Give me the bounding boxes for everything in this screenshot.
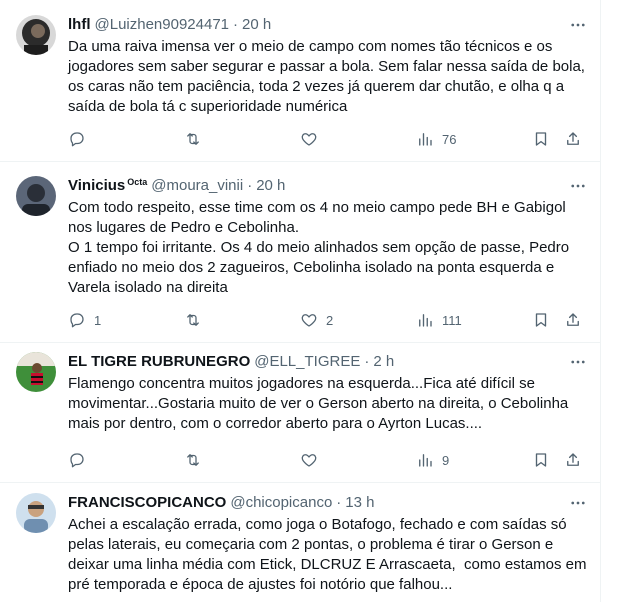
tweet[interactable]: EL TIGRE RUBRUNEGRO @ELL_TIGREE · 2 h Fl… <box>0 343 600 483</box>
reply-icon <box>70 313 84 328</box>
user-badge: Octa <box>127 177 148 187</box>
reply-feed: lhfl @Luizhen90924471 · 20 h Da uma raiv… <box>0 0 601 602</box>
like-button[interactable]: 2 <box>300 310 333 330</box>
views-count: 111 <box>442 312 462 328</box>
reply-count: 1 <box>94 312 102 328</box>
reply-button[interactable] <box>68 129 94 149</box>
tweet-text: Flamengo concentra muitos jogadores na e… <box>68 375 573 432</box>
views-icon <box>419 454 432 467</box>
avatar-image <box>16 15 56 55</box>
tweet-header: Vinicius Octa @moura_vinii · 20 h <box>68 176 588 196</box>
avatar-image <box>16 493 56 533</box>
like-button[interactable] <box>300 129 326 149</box>
avatar-image <box>16 176 56 216</box>
heart-icon <box>301 314 317 327</box>
views-button[interactable]: 9 <box>416 450 449 470</box>
user-handle[interactable]: @Luizhen90924471 <box>95 15 230 35</box>
tweet[interactable]: Vinicius Octa @moura_vinii · 20 h Com to… <box>0 162 600 343</box>
user-handle[interactable]: @chicopicanco <box>230 493 332 513</box>
retweet-button[interactable] <box>184 310 210 330</box>
heart-icon <box>301 133 317 146</box>
views-icon <box>419 314 432 327</box>
timestamp[interactable]: 20 h <box>256 176 285 196</box>
reply-button[interactable]: 1 <box>68 310 101 330</box>
share-button[interactable] <box>564 129 582 149</box>
avatar[interactable] <box>16 352 56 392</box>
timestamp[interactable]: 2 h <box>373 352 394 372</box>
retweet-icon <box>187 454 199 466</box>
timestamp[interactable]: 20 h <box>242 15 271 35</box>
action-bar: 9 <box>68 450 584 470</box>
separator-dot: · <box>336 494 342 511</box>
more-icon[interactable] <box>568 352 588 372</box>
bookmark-button[interactable] <box>532 129 550 149</box>
share-icon <box>567 313 579 326</box>
views-button[interactable]: 76 <box>416 129 456 149</box>
tweet-header: FRANCISCOPICANCO @chicopicanco · 13 h <box>68 493 588 513</box>
display-name[interactable]: Vinicius <box>68 176 125 196</box>
tweet-header: EL TIGRE RUBRUNEGRO @ELL_TIGREE · 2 h <box>68 352 588 372</box>
views-count: 9 <box>442 452 450 468</box>
tweet-text: Da uma raiva imensa ver o meio de campo … <box>68 38 590 115</box>
separator-dot: · <box>233 16 239 33</box>
bookmark-icon <box>535 132 547 146</box>
action-bar: 1 2 111 <box>68 310 584 330</box>
bookmark-icon <box>535 453 547 467</box>
more-icon[interactable] <box>568 493 588 513</box>
bookmark-button[interactable] <box>532 450 550 470</box>
like-button[interactable] <box>300 450 326 470</box>
share-icon <box>567 453 579 466</box>
display-name[interactable]: lhfl <box>68 15 91 35</box>
avatar[interactable] <box>16 176 56 216</box>
retweet-icon <box>187 314 199 326</box>
display-name[interactable]: EL TIGRE RUBRUNEGRO <box>68 352 250 372</box>
reply-button[interactable] <box>68 450 94 470</box>
timestamp[interactable]: 13 h <box>345 493 374 513</box>
tweet-header: lhfl @Luizhen90924471 · 20 h <box>68 15 588 35</box>
user-handle[interactable]: @moura_vinii <box>151 176 243 196</box>
avatar[interactable] <box>16 493 56 533</box>
more-icon[interactable] <box>568 15 588 35</box>
tweet[interactable]: FRANCISCOPICANCO @chicopicanco · 13 h Ac… <box>0 483 600 602</box>
retweet-button[interactable] <box>184 129 210 149</box>
display-name[interactable]: FRANCISCOPICANCO <box>68 493 226 513</box>
bookmark-icon <box>535 313 547 327</box>
heart-icon <box>301 454 317 467</box>
separator-dot: · <box>364 353 370 370</box>
tweet-text: Com todo respeito, esse time com os 4 no… <box>68 199 570 296</box>
avatar-image <box>16 352 56 392</box>
reply-icon <box>70 132 84 147</box>
share-button[interactable] <box>564 450 582 470</box>
user-handle[interactable]: @ELL_TIGREE <box>254 352 360 372</box>
more-icon[interactable] <box>568 176 588 196</box>
retweet-button[interactable] <box>184 450 210 470</box>
action-bar: 76 <box>68 129 584 149</box>
bookmark-button[interactable] <box>532 310 550 330</box>
views-count: 76 <box>442 131 457 147</box>
tweet[interactable]: lhfl @Luizhen90924471 · 20 h Da uma raiv… <box>0 0 600 162</box>
tweet-text: Achei a escalação errada, como joga o Bo… <box>68 516 591 593</box>
like-count: 2 <box>326 312 334 328</box>
views-button[interactable]: 111 <box>416 310 462 330</box>
avatar[interactable] <box>16 15 56 55</box>
reply-icon <box>70 453 84 468</box>
retweet-icon <box>187 133 199 145</box>
views-icon <box>419 133 432 146</box>
share-button[interactable] <box>564 310 582 330</box>
share-icon <box>567 132 579 145</box>
separator-dot: · <box>247 177 253 194</box>
